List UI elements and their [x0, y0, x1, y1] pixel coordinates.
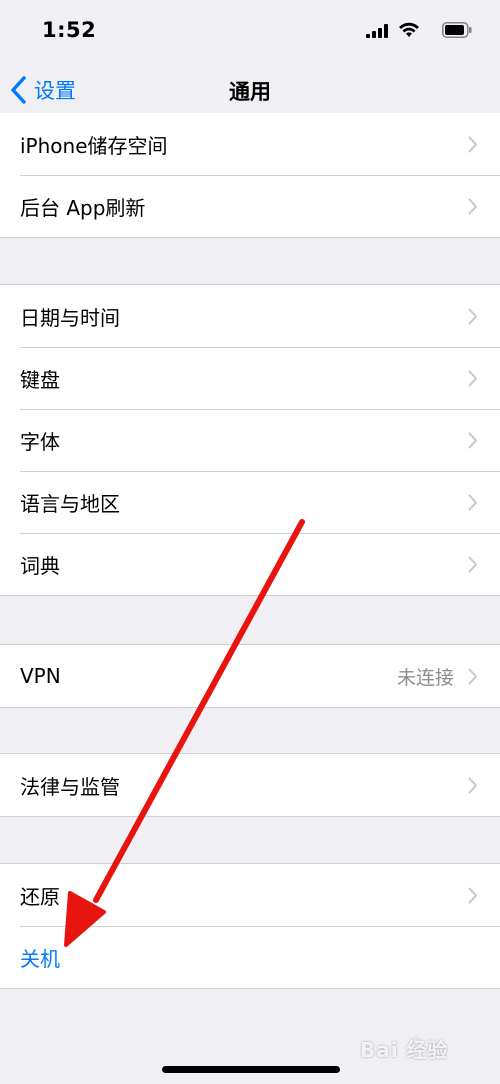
shut-down-label: 关机 — [20, 946, 60, 971]
chevron-right-icon — [468, 308, 477, 324]
settings-group-locale: 日期与时间 键盘 字体 语言与地区 词典 — [0, 284, 500, 596]
chevron-right-icon — [468, 370, 477, 386]
settings-group-storage: iPhone储存空间 后台 App刷新 — [0, 113, 500, 238]
watermark-text: Bai 经验 — [360, 1038, 449, 1062]
settings-row-dictionary[interactable]: 词典 — [0, 533, 500, 595]
status-time: 1:52 — [42, 18, 97, 42]
chevron-right-icon — [468, 556, 477, 572]
shut-down-button[interactable]: 关机 — [0, 926, 500, 988]
status-bar: 1:52 — [0, 0, 500, 62]
chevron-right-icon — [468, 432, 477, 448]
battery-icon — [442, 22, 472, 38]
settings-row-fonts[interactable]: 字体 — [0, 409, 500, 471]
status-icons — [342, 22, 472, 40]
vpn-status-value: 未连接 — [396, 666, 454, 689]
settings-row-background-app-refresh[interactable]: 后台 App刷新 — [0, 175, 500, 237]
row-label: iPhone储存空间 — [20, 133, 168, 158]
settings-group-vpn: VPN 未连接 — [0, 644, 500, 708]
home-indicator — [162, 1066, 340, 1073]
row-label: 字体 — [20, 429, 60, 454]
row-label: 日期与时间 — [20, 305, 120, 330]
row-label: 词典 — [20, 553, 60, 578]
row-label: 语言与地区 — [20, 491, 120, 516]
settings-row-keyboard[interactable]: 键盘 — [0, 347, 500, 409]
page-title: 通用 — [229, 80, 271, 104]
row-label: 法律与监管 — [20, 774, 120, 799]
row-label: 键盘 — [20, 367, 60, 392]
chevron-right-icon — [468, 198, 477, 214]
navigation-bar: 设置 通用 — [0, 62, 500, 119]
row-label: 后台 App刷新 — [20, 195, 146, 220]
chevron-right-icon — [468, 668, 477, 684]
cellular-signal-icon — [366, 24, 388, 38]
settings-row-legal-regulatory[interactable]: 法律与监管 — [0, 754, 500, 816]
settings-group-legal: 法律与监管 — [0, 753, 500, 817]
settings-row-iphone-storage[interactable]: iPhone储存空间 — [0, 113, 500, 175]
settings-general-screen: 1:52 设置 通用 iPhone储存空间 后台 App刷新 日期与时间 键盘 … — [0, 0, 500, 1084]
row-label: 还原 — [20, 884, 60, 909]
settings-row-vpn[interactable]: VPN 未连接 — [0, 645, 500, 707]
settings-row-date-time[interactable]: 日期与时间 — [0, 285, 500, 347]
chevron-right-icon — [468, 777, 477, 793]
chevron-right-icon — [468, 136, 477, 152]
row-label: VPN — [20, 664, 61, 688]
chevron-right-icon — [468, 494, 477, 510]
settings-row-language-region[interactable]: 语言与地区 — [0, 471, 500, 533]
wifi-icon — [399, 22, 419, 37]
settings-group-reset: 还原 关机 — [0, 863, 500, 989]
chevron-right-icon — [468, 887, 477, 903]
settings-row-reset[interactable]: 还原 — [0, 864, 500, 926]
